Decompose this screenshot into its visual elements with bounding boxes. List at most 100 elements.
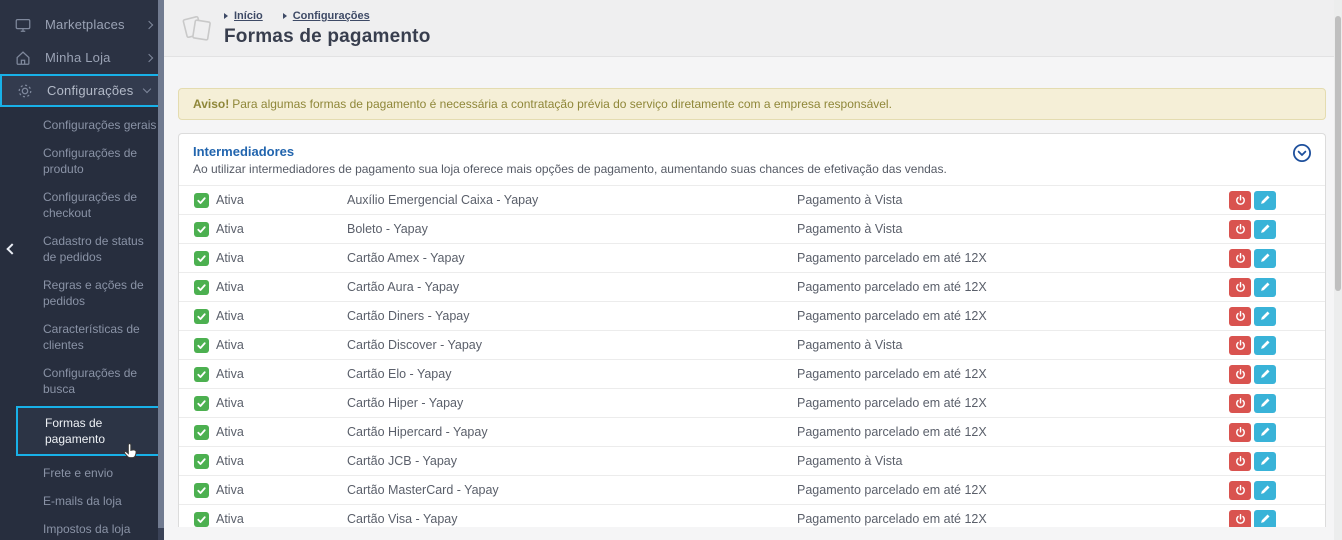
deactivate-button[interactable]: [1229, 452, 1251, 471]
edit-button[interactable]: [1254, 365, 1276, 384]
page-scrollbar[interactable]: [1334, 0, 1342, 540]
status-cell: Ativa: [179, 222, 347, 237]
sidebar-item-minha-loja[interactable]: Minha Loja: [0, 41, 164, 74]
breadcrumb-label[interactable]: Configurações: [293, 10, 370, 22]
edit-button[interactable]: [1254, 191, 1276, 210]
row-actions: [1229, 336, 1325, 355]
sidebar-subitem[interactable]: Configurações de produto: [0, 139, 164, 183]
collapse-section-icon[interactable]: [1292, 143, 1312, 163]
deactivate-button[interactable]: [1229, 249, 1251, 268]
deactivate-button[interactable]: [1229, 481, 1251, 500]
active-checkbox-icon[interactable]: [194, 396, 209, 411]
payment-row: Ativa Cartão Hiper - Yapay Pagamento par…: [179, 389, 1325, 418]
deactivate-button[interactable]: [1229, 336, 1251, 355]
payment-name: Cartão Elo - Yapay: [347, 367, 797, 381]
row-actions: [1229, 249, 1325, 268]
edit-button[interactable]: [1254, 336, 1276, 355]
payment-row: Ativa Boleto - Yapay Pagamento à Vista: [179, 215, 1325, 244]
payment-name: Cartão MasterCard - Yapay: [347, 483, 797, 497]
sidebar-item-label: Marketplaces: [45, 17, 146, 32]
payment-name: Cartão Diners - Yapay: [347, 309, 797, 323]
deactivate-button[interactable]: [1229, 365, 1251, 384]
sidebar-subitem[interactable]: Características de clientes: [0, 315, 164, 359]
section-description: Ao utilizar intermediadores de pagamento…: [193, 162, 1311, 176]
payment-name: Auxílio Emergencial Caixa - Yapay: [347, 193, 797, 207]
status-cell: Ativa: [179, 425, 347, 440]
active-checkbox-icon[interactable]: [194, 425, 209, 440]
active-checkbox-icon[interactable]: [194, 193, 209, 208]
home-icon: [14, 49, 32, 67]
status-cell: Ativa: [179, 251, 347, 266]
payment-type: Pagamento parcelado em até 12X: [797, 309, 1229, 323]
row-actions: [1229, 394, 1325, 413]
edit-button[interactable]: [1254, 307, 1276, 326]
deactivate-button[interactable]: [1229, 307, 1251, 326]
chevron-down-icon: [143, 85, 151, 93]
payment-row: Ativa Cartão Discover - Yapay Pagamento …: [179, 331, 1325, 360]
sidebar-subitem[interactable]: Configurações de checkout: [0, 183, 164, 227]
active-checkbox-icon[interactable]: [194, 338, 209, 353]
status-label: Ativa: [216, 309, 244, 323]
active-checkbox-icon[interactable]: [194, 454, 209, 469]
edit-button[interactable]: [1254, 452, 1276, 471]
deactivate-button[interactable]: [1229, 220, 1251, 239]
active-checkbox-icon[interactable]: [194, 222, 209, 237]
status-label: Ativa: [216, 483, 244, 497]
pages-icon: [180, 10, 216, 48]
payment-row: Ativa Auxílio Emergencial Caixa - Yapay …: [179, 186, 1325, 215]
payment-type: Pagamento à Vista: [797, 338, 1229, 352]
edit-button[interactable]: [1254, 249, 1276, 268]
status-cell: Ativa: [179, 338, 347, 353]
status-label: Ativa: [216, 454, 244, 468]
edit-button[interactable]: [1254, 394, 1276, 413]
sidebar-subitem-formas-de-pagamento[interactable]: Formas de pagamento: [16, 406, 164, 456]
active-checkbox-icon[interactable]: [194, 483, 209, 498]
warning-banner: Aviso!Para algumas formas de pagamento é…: [178, 88, 1326, 120]
sidebar-subitem[interactable]: Cadastro de status de pedidos: [0, 227, 164, 271]
payment-type: Pagamento parcelado em até 12X: [797, 425, 1229, 439]
edit-button[interactable]: [1254, 423, 1276, 442]
payment-name: Cartão Hipercard - Yapay: [347, 425, 797, 439]
page-scrollbar-thumb[interactable]: [1335, 16, 1341, 291]
edit-button[interactable]: [1254, 220, 1276, 239]
active-checkbox-icon[interactable]: [194, 367, 209, 382]
sidebar-subitem[interactable]: Configurações de busca: [0, 359, 164, 403]
deactivate-button[interactable]: [1229, 510, 1251, 528]
sidebar-subitem[interactable]: Configurações gerais: [0, 111, 164, 139]
payment-type: Pagamento parcelado em até 12X: [797, 280, 1229, 294]
deactivate-button[interactable]: [1229, 423, 1251, 442]
edit-button[interactable]: [1254, 510, 1276, 528]
main-area: Início Configurações Formas de pagamento…: [164, 0, 1342, 540]
breadcrumb-link-inicio[interactable]: Início: [224, 10, 263, 22]
sidebar-subitem[interactable]: E-mails da loja: [0, 487, 164, 515]
sidebar-subitem[interactable]: Impostos da loja: [0, 515, 164, 540]
active-checkbox-icon[interactable]: [194, 309, 209, 324]
status-label: Ativa: [216, 396, 244, 410]
payments-table: Ativa Auxílio Emergencial Caixa - Yapay …: [179, 185, 1325, 527]
deactivate-button[interactable]: [1229, 278, 1251, 297]
row-actions: [1229, 365, 1325, 384]
breadcrumb-link-configuracoes[interactable]: Configurações: [283, 10, 370, 22]
deactivate-button[interactable]: [1229, 394, 1251, 413]
sidebar-item-configuracoes[interactable]: Configurações: [0, 74, 164, 107]
payment-row: Ativa Cartão Visa - Yapay Pagamento parc…: [179, 505, 1325, 527]
edit-button[interactable]: [1254, 278, 1276, 297]
payment-name: Cartão Discover - Yapay: [347, 338, 797, 352]
status-cell: Ativa: [179, 512, 347, 527]
active-checkbox-icon[interactable]: [194, 512, 209, 527]
row-actions: [1229, 423, 1325, 442]
section-title: Intermediadores: [193, 144, 1311, 159]
breadcrumb-arrow-icon: [283, 13, 287, 19]
active-checkbox-icon[interactable]: [194, 280, 209, 295]
sidebar-nav: Marketplaces Minha Loja Configur: [0, 0, 164, 540]
sidebar-subitem[interactable]: Frete e envio: [0, 459, 164, 487]
active-checkbox-icon[interactable]: [194, 251, 209, 266]
status-label: Ativa: [216, 280, 244, 294]
edit-button[interactable]: [1254, 481, 1276, 500]
sidebar-subitem[interactable]: Regras e ações de pedidos: [0, 271, 164, 315]
deactivate-button[interactable]: [1229, 191, 1251, 210]
breadcrumb-label[interactable]: Início: [234, 10, 263, 22]
breadcrumb: Início Configurações: [224, 10, 431, 22]
sidebar-item-marketplaces[interactable]: Marketplaces: [0, 8, 164, 41]
sidebar-collapse-icon[interactable]: [8, 240, 24, 256]
